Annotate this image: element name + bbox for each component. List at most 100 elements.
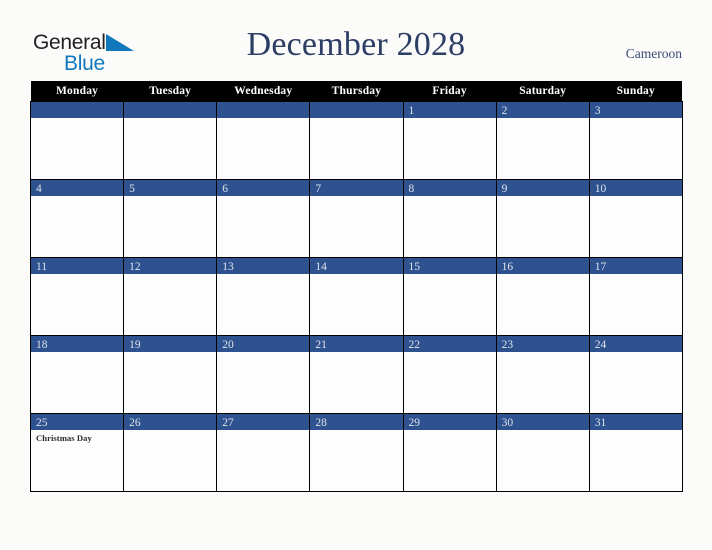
calendar-day-cell[interactable]: 23 bbox=[495, 335, 590, 414]
calendar-week-row: 18 19 20 21 22 23 24 bbox=[29, 335, 683, 414]
weekday-header-saturday: Saturday bbox=[496, 81, 590, 102]
day-number: 11 bbox=[36, 261, 48, 273]
calendar-day-cell[interactable]: 30 bbox=[495, 413, 590, 492]
calendar-day-cell[interactable]: 3 bbox=[588, 101, 683, 180]
calendar-day-cell[interactable]: 28 bbox=[309, 413, 404, 492]
day-number: 8 bbox=[408, 183, 415, 195]
day-number-bar: 3 bbox=[589, 102, 682, 118]
weekday-header-sunday: Sunday bbox=[589, 81, 683, 102]
calendar-day-cell[interactable]: 27 bbox=[216, 413, 311, 492]
day-number: 25 bbox=[36, 417, 48, 429]
calendar-day-cell[interactable]: 8 bbox=[402, 179, 497, 258]
day-events bbox=[497, 430, 589, 433]
day-events bbox=[497, 118, 589, 121]
day-events bbox=[590, 274, 682, 277]
calendar-week-row: 1 2 3 bbox=[29, 101, 683, 180]
day-events bbox=[590, 196, 682, 199]
day-number-bar: 4 bbox=[31, 180, 124, 196]
calendar-day-cell[interactable]: 10 bbox=[588, 179, 683, 258]
day-number: 10 bbox=[594, 183, 607, 195]
holiday-event-label: Christmas Day bbox=[36, 433, 92, 443]
calendar-day-cell[interactable]: 12 bbox=[123, 257, 218, 336]
day-events bbox=[124, 118, 216, 121]
weekday-header-monday: Monday bbox=[30, 81, 124, 102]
day-number-bar: 26 bbox=[124, 414, 217, 430]
day-number: 4 bbox=[36, 183, 42, 195]
calendar-day-cell[interactable]: 7 bbox=[309, 179, 404, 258]
weekday-header-tuesday: Tuesday bbox=[123, 81, 217, 102]
calendar-body: 1 2 3 4 5 6 7 8 9 10 11 12 13 14 15 16 17 18 19 20 21 22 23 24 2… bbox=[29, 101, 683, 492]
day-number-bar: 9 bbox=[496, 180, 589, 196]
day-events bbox=[310, 196, 402, 199]
day-number: 9 bbox=[501, 183, 508, 195]
day-events bbox=[404, 352, 496, 355]
day-events bbox=[217, 118, 309, 121]
calendar-week-row: 25 Christmas Day 26 27 28 29 30 31 bbox=[29, 413, 683, 492]
day-events bbox=[124, 352, 216, 355]
day-number: 27 bbox=[222, 417, 234, 429]
day-number: 5 bbox=[129, 183, 135, 195]
calendar-day-cell[interactable]: 26 bbox=[123, 413, 218, 492]
country-label: Cameroon bbox=[625, 46, 682, 61]
calendar-day-cell[interactable]: 11 bbox=[29, 257, 125, 336]
day-number: 15 bbox=[408, 261, 421, 273]
day-events bbox=[590, 430, 682, 433]
day-events bbox=[124, 430, 216, 433]
day-number-bar: 27 bbox=[217, 414, 310, 430]
day-number-bar: 24 bbox=[589, 336, 682, 352]
day-number-bar: 17 bbox=[589, 258, 682, 274]
day-number: 31 bbox=[594, 417, 607, 429]
calendar-day-cell[interactable]: 24 bbox=[588, 335, 683, 414]
day-events bbox=[310, 274, 402, 277]
calendar-day-cell[interactable]: 22 bbox=[402, 335, 497, 414]
calendar-page: General Blue December 2028 Cameroon Mond… bbox=[0, 0, 712, 550]
calendar-day-cell[interactable]: 21 bbox=[309, 335, 404, 414]
day-number: 29 bbox=[408, 417, 421, 429]
day-number-bar: 31 bbox=[589, 414, 682, 430]
calendar-week-row: 11 12 13 14 15 16 17 bbox=[29, 257, 683, 336]
day-number-bar: 16 bbox=[496, 258, 589, 274]
calendar-day-cell[interactable]: 31 bbox=[588, 413, 683, 492]
day-number-bar: 14 bbox=[310, 258, 403, 274]
day-events bbox=[31, 352, 123, 355]
calendar-day-cell[interactable]: 14 bbox=[309, 257, 404, 336]
calendar-day-cell[interactable]: 17 bbox=[588, 257, 683, 336]
calendar-day-cell[interactable]: 18 bbox=[29, 335, 125, 414]
day-number-bar: 18 bbox=[31, 336, 124, 352]
calendar-day-cell[interactable]: 9 bbox=[495, 179, 590, 258]
calendar-day-cell[interactable]: 20 bbox=[216, 335, 311, 414]
day-number-bar: 19 bbox=[124, 336, 217, 352]
calendar-empty-cell bbox=[216, 101, 311, 180]
calendar-day-cell[interactable]: 1 bbox=[402, 101, 497, 180]
calendar-day-cell[interactable]: 29 bbox=[402, 413, 497, 492]
day-number: 1 bbox=[408, 105, 415, 117]
day-number-bar: 11 bbox=[31, 258, 124, 274]
day-number: 19 bbox=[129, 339, 141, 351]
day-events bbox=[404, 196, 496, 199]
day-number: 22 bbox=[408, 339, 421, 351]
calendar-day-cell[interactable]: 15 bbox=[402, 257, 497, 336]
calendar-day-cell[interactable]: 25 Christmas Day bbox=[29, 413, 125, 492]
day-number-bar bbox=[310, 102, 403, 118]
calendar-day-cell[interactable]: 19 bbox=[123, 335, 218, 414]
calendar-empty-cell bbox=[309, 101, 404, 180]
day-number-bar: 29 bbox=[403, 414, 496, 430]
day-number: 12 bbox=[129, 261, 141, 273]
calendar-day-cell[interactable]: 4 bbox=[29, 179, 125, 258]
day-events bbox=[310, 430, 402, 433]
calendar-day-cell[interactable]: 13 bbox=[216, 257, 311, 336]
calendar-day-cell[interactable]: 5 bbox=[123, 179, 218, 258]
calendar-day-cell[interactable]: 2 bbox=[495, 101, 590, 180]
day-number-bar: 12 bbox=[124, 258, 217, 274]
weekday-header-thursday: Thursday bbox=[309, 81, 403, 102]
calendar-day-cell[interactable]: 6 bbox=[216, 179, 311, 258]
day-events bbox=[217, 352, 309, 355]
day-number: 24 bbox=[594, 339, 607, 351]
calendar-day-cell[interactable]: 16 bbox=[495, 257, 590, 336]
day-number-bar: 30 bbox=[496, 414, 589, 430]
page-title: December 2028 bbox=[246, 26, 466, 63]
day-number: 20 bbox=[222, 339, 234, 351]
day-number-bar: 5 bbox=[124, 180, 217, 196]
day-number: 17 bbox=[594, 261, 607, 273]
day-events bbox=[590, 118, 682, 121]
